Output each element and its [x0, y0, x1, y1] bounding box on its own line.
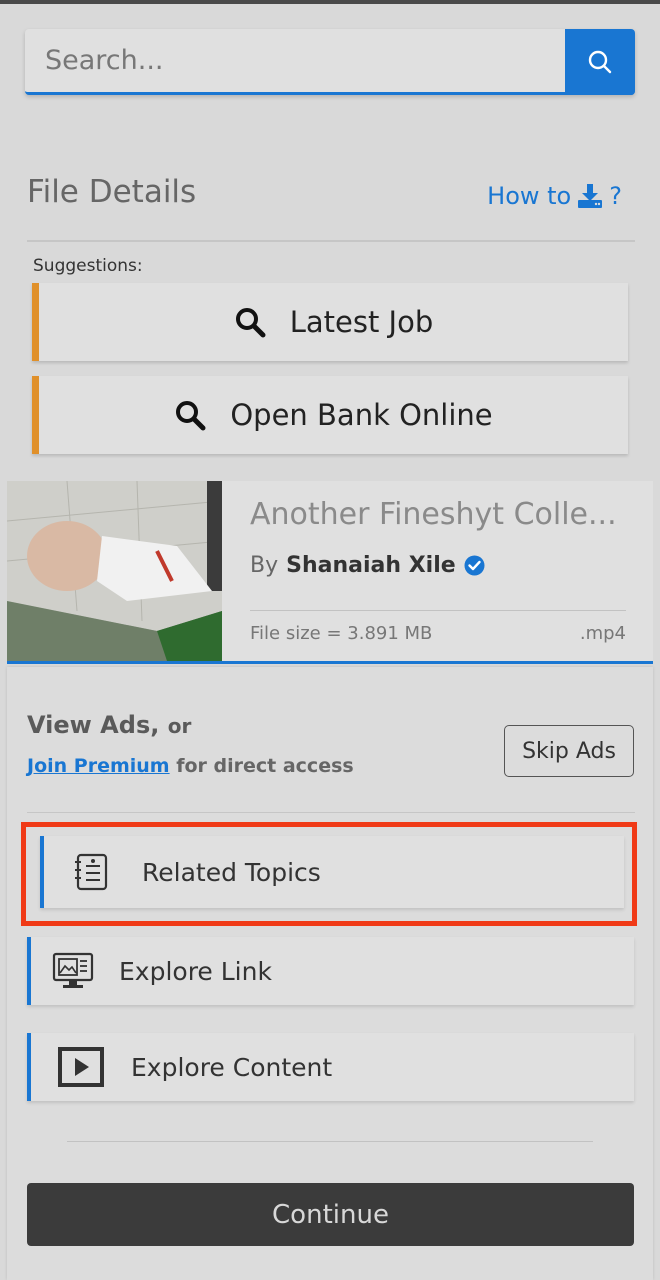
premium-line: Join Premium for direct access: [27, 755, 354, 777]
page-title: File Details: [27, 174, 197, 210]
verified-badge-icon: [464, 555, 485, 576]
suggestion-label: Open Bank Online: [230, 398, 493, 432]
suggestion-open-bank-online[interactable]: Open Bank Online: [32, 376, 628, 454]
or-label: or: [167, 714, 192, 738]
list-document-icon: [46, 852, 136, 892]
view-ads-heading: View Ads, or: [27, 711, 191, 739]
option-explore-link[interactable]: Explore Link: [27, 937, 634, 1005]
file-author-line: By Shanaiah Xile: [250, 553, 485, 578]
search-icon: [176, 401, 206, 431]
how-to-suffix: ?: [609, 182, 622, 210]
search-button[interactable]: [565, 29, 635, 95]
status-bar-edge: [0, 0, 660, 4]
suggestions-label: Suggestions:: [33, 256, 143, 276]
file-size: File size = 3.891 MB: [250, 623, 433, 644]
divider: [27, 812, 635, 813]
how-to-label: How to: [487, 182, 572, 210]
download-icon: [578, 184, 603, 208]
divider: [27, 240, 635, 242]
search-input[interactable]: [25, 29, 565, 92]
divider: [67, 1141, 593, 1142]
option-related-topics[interactable]: Related Topics: [40, 836, 624, 908]
author-name: Shanaiah Xile: [286, 553, 456, 578]
search-icon: [588, 50, 612, 74]
suggestion-label: Latest Job: [289, 305, 434, 339]
divider: [250, 610, 626, 611]
option-label: Explore Content: [131, 1052, 333, 1082]
search-icon: [235, 308, 266, 338]
file-title: Another Fineshyt Colle...: [250, 497, 617, 532]
option-explore-content[interactable]: Explore Content: [27, 1033, 634, 1101]
view-ads-label: View Ads,: [27, 711, 160, 739]
suggestion-latest-job[interactable]: Latest Job: [32, 283, 628, 361]
search-bar: [25, 29, 635, 95]
video-thumbnail: [7, 481, 222, 661]
option-label: Related Topics: [142, 857, 321, 887]
join-premium-link[interactable]: Join Premium: [27, 755, 170, 777]
continue-button[interactable]: Continue: [27, 1183, 634, 1246]
how-to-download-link[interactable]: How to ?: [487, 182, 622, 210]
monitor-icon: [31, 951, 115, 991]
by-prefix: By: [250, 553, 279, 578]
file-card: Another Fineshyt Colle... By Shanaiah Xi…: [7, 481, 653, 664]
play-icon: [31, 1046, 131, 1088]
direct-access-label: for direct access: [176, 755, 354, 777]
file-extension: .mp4: [579, 623, 626, 644]
option-label: Explore Link: [119, 956, 272, 986]
skip-ads-button[interactable]: Skip Ads: [504, 725, 634, 777]
